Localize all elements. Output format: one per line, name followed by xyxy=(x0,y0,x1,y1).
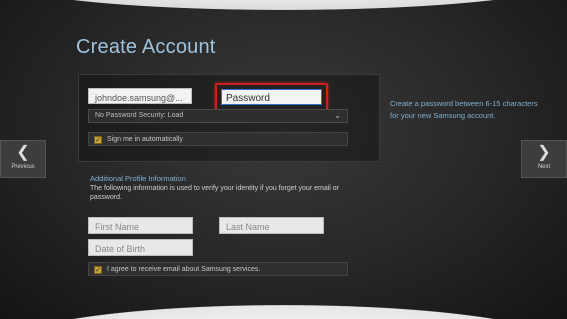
page-title: Create Account xyxy=(76,36,216,58)
password-field-highlight: Password xyxy=(215,83,328,111)
sign-in-auto-label: Sign me in automatically xyxy=(107,136,183,143)
security-select-value: No Password Security: Load xyxy=(95,112,184,119)
email-opt-in-label: I agree to receive email about Samsung s… xyxy=(107,266,261,273)
last-name-field[interactable]: Last Name xyxy=(219,217,324,234)
next-button[interactable]: ❯ Next xyxy=(521,140,567,178)
password-field[interactable]: Password xyxy=(221,89,322,105)
email-opt-in-row[interactable]: ✓ I agree to receive email about Samsung… xyxy=(88,262,348,276)
sign-in-auto-row[interactable]: ✓ Sign me in automatically xyxy=(88,132,348,146)
previous-label: Previous xyxy=(11,164,35,170)
email-opt-in-checkbox[interactable]: ✓ xyxy=(94,266,102,274)
sign-in-auto-checkbox[interactable]: ✓ xyxy=(94,136,102,144)
chevron-left-icon: ❮ xyxy=(16,144,30,161)
first-name-field[interactable]: First Name xyxy=(88,217,193,234)
email-field[interactable]: johndoe.samsung@... xyxy=(88,88,192,104)
previous-button[interactable]: ❮ Previous xyxy=(0,140,46,178)
password-help-text: Create a password between 6-15 character… xyxy=(390,99,538,120)
next-label: Next xyxy=(537,164,551,170)
chevron-down-icon: ⌄ xyxy=(334,111,341,120)
profile-section-title: Additional Profile Information xyxy=(90,174,186,183)
chevron-right-icon: ❯ xyxy=(537,144,551,161)
screen-top-edge xyxy=(0,0,567,10)
date-of-birth-field[interactable]: Date of Birth xyxy=(88,239,193,256)
screen-bottom-edge xyxy=(0,305,567,319)
profile-section-desc: The following information is used to ver… xyxy=(90,185,340,201)
security-select[interactable]: No Password Security: Load ⌄ xyxy=(88,109,348,123)
